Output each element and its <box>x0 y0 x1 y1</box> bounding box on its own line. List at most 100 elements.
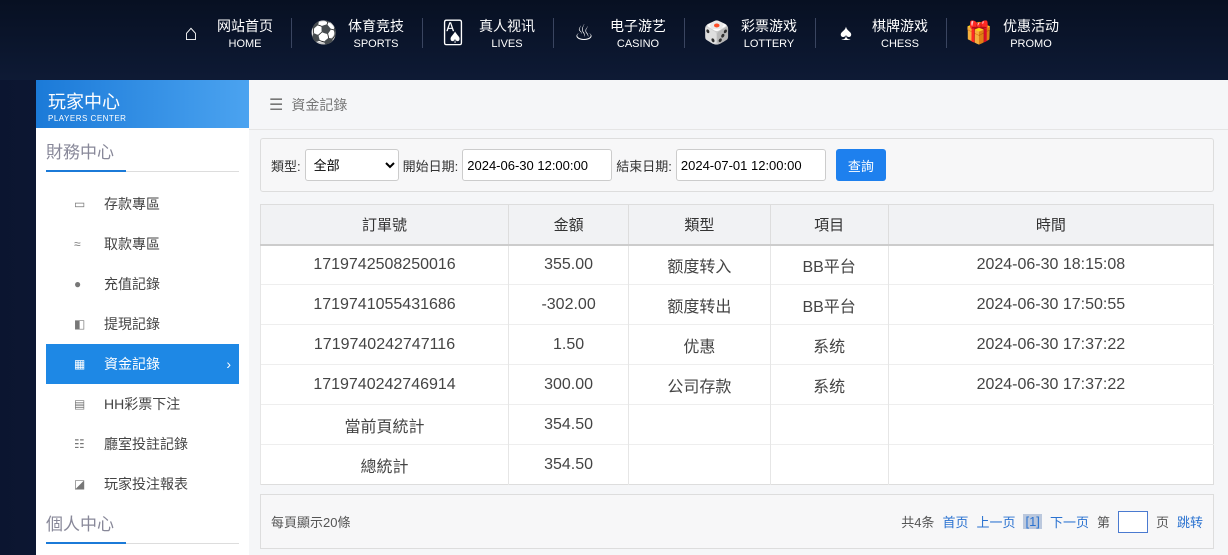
nav-label: 棋牌游戏 <box>872 18 928 34</box>
nav-item-home[interactable]: ⌂ 网站首页 HOME <box>161 18 292 50</box>
menu-item-icon: ☷ <box>74 437 85 451</box>
sidebar-item[interactable]: ● 充值記錄 <box>46 264 239 304</box>
sidebar-item-label: 廳室投註記錄 <box>104 436 188 452</box>
sidebar-item[interactable]: ≈ 取款專區 <box>46 224 239 264</box>
nav-item-promo[interactable]: 🎁 优惠活动 PROMO <box>947 18 1077 50</box>
sidebar-item[interactable]: ▤ HH彩票下注 <box>46 384 239 424</box>
menu-item-icon: ▤ <box>74 397 86 411</box>
nav-sublabel: LOTTERY <box>743 38 795 50</box>
end-date-input[interactable] <box>675 149 826 181</box>
table-cell: 优惠 <box>628 324 771 365</box>
home-icon: ⌂ <box>184 20 198 45</box>
table-cell: 2024-06-30 17:37:22 <box>887 324 1214 365</box>
next-page-link[interactable]: 下一页 <box>1050 512 1089 531</box>
type-label: 類型: <box>271 158 301 174</box>
table-cell: BB平台 <box>769 284 889 325</box>
main-content: ☰ 資金記錄 類型: 全部 開始日期: 結束日期: 查詢 訂單號金額類型項目時間 … <box>249 80 1228 555</box>
table-row: 1719742508250016 355.00 额度转入 BB平台 2024-06-30… <box>260 244 1214 285</box>
table-cell: 2024-06-30 17:50:55 <box>887 284 1214 325</box>
nav-item-sports[interactable]: ⚽ 体育竞技 SPORTS <box>292 18 423 50</box>
menu-item-icon: ● <box>74 277 82 291</box>
record-count: 共4条 <box>901 515 935 530</box>
page-total-label: 當前頁統計 <box>260 404 509 445</box>
column-header: 時間 <box>887 204 1215 246</box>
casino-icon: ♨ <box>574 20 594 45</box>
table-cell: 2024-06-30 17:37:22 <box>887 364 1214 405</box>
sidebar-item[interactable]: ◧ 提現記錄 <box>46 304 239 344</box>
menu-item-icon: ◪ <box>74 477 86 491</box>
table-row: 1719740242747116 1.50 优惠 系统 2024-06-30 17:37… <box>260 324 1214 365</box>
table-cell: BB平台 <box>769 244 889 285</box>
table-cell: 系统 <box>769 364 889 405</box>
page-number-input[interactable] <box>1117 510 1148 533</box>
menu-icon: ☰ <box>269 96 284 114</box>
top-nav: ⌂ 网站首页 HOME ⚽ 体育竞技 SPORTS 🂡 真人视讯 LIVES ♨ 电子游艺 CASIN… <box>0 0 1228 80</box>
page-total-row: 當前頁統計 354.50 <box>260 404 1214 445</box>
current-page[interactable]: [1] <box>1023 514 1042 529</box>
sidebar-subtitle: PLAYERS CENTER <box>48 114 127 123</box>
table-cell: 1719742508250016 <box>260 244 509 285</box>
table-cell: 2024-06-30 18:15:08 <box>887 244 1214 285</box>
table-cell: 额度转入 <box>628 244 771 285</box>
sidebar-title: 玩家中心 <box>48 92 120 112</box>
breadcrumb-label: 資金記錄 <box>291 96 348 113</box>
column-header: 類型 <box>628 204 771 246</box>
menu-item-icon: ▦ <box>74 357 86 371</box>
table-row: 1719741055431686 -302.00 额度转出 BB平台 2024-06-3… <box>260 284 1214 325</box>
table-cell: 系统 <box>769 324 889 365</box>
nav-item-lottery[interactable]: 🎲 彩票游戏 LOTTERY <box>685 18 816 50</box>
nav-label: 电子游艺 <box>610 18 666 34</box>
total-value: 354.50 <box>507 444 629 485</box>
table-cell: -302.00 <box>507 284 629 325</box>
chess-icon: ♠ <box>840 20 852 45</box>
jump-button[interactable]: 跳转 <box>1177 512 1203 531</box>
nav-sublabel: CASINO <box>616 38 660 50</box>
nav-item-lives[interactable]: 🂡 真人视讯 LIVES <box>423 18 554 50</box>
section-finance: 財務中心 <box>46 138 239 172</box>
menu-item-icon: ▭ <box>74 197 86 211</box>
nav-item-chess[interactable]: ♠ 棋牌游戏 CHESS <box>816 18 947 50</box>
start-date-label: 開始日期: <box>402 158 459 174</box>
start-date-input[interactable] <box>462 149 613 181</box>
sidebar-item-label: 資金記錄 <box>104 356 160 372</box>
nav-item-casino[interactable]: ♨ 电子游艺 CASINO <box>554 18 685 50</box>
sidebar-item[interactable]: ▭ 存款專區 <box>46 184 239 224</box>
chevron-right-icon: › <box>226 356 231 372</box>
type-select[interactable]: 全部 <box>304 149 399 181</box>
nav-label: 彩票游戏 <box>741 18 797 34</box>
lives-icon: 🂡 <box>441 20 465 45</box>
nav-sublabel: HOME <box>228 38 262 50</box>
menu-item-icon: ◧ <box>74 317 86 331</box>
section-personal[interactable]: 個人中心 <box>46 510 239 544</box>
nav-sublabel: CHESS <box>881 38 919 50</box>
sidebar-item-label: 取款專區 <box>104 236 160 252</box>
nav-label: 网站首页 <box>217 18 273 34</box>
sports-icon: ⚽ <box>310 20 338 45</box>
column-header: 金額 <box>507 204 630 246</box>
pagination: 每頁顯示20條 共4条 首页 上一页 [1] 下一页 第 页 跳转 <box>260 494 1214 549</box>
column-header: 訂單號 <box>260 204 509 246</box>
sidebar-item-label: 提現記錄 <box>104 316 160 332</box>
column-header: 項目 <box>769 204 889 246</box>
page-prefix: 第 <box>1096 515 1110 530</box>
sidebar-item[interactable]: ☷ 廳室投註記錄 <box>46 424 239 464</box>
search-button[interactable]: 查詢 <box>835 149 886 181</box>
nav-label: 真人视讯 <box>479 18 535 34</box>
sidebar-item[interactable]: ▦ 資金記錄 › <box>46 344 239 384</box>
grand-total-row: 總統計 354.50 <box>260 444 1214 485</box>
table-cell: 公司存款 <box>628 364 771 405</box>
records-table: 訂單號 金額 類型 項目 時間 1719742508250016 355.00 额度转入 BB… <box>260 204 1215 485</box>
nav-label: 体育竞技 <box>348 18 404 34</box>
table-cell: 1719741055431686 <box>260 284 509 325</box>
sidebar-item[interactable]: ◪ 玩家投注報表 <box>46 464 239 504</box>
sidebar-header: 玩家中心 PLAYERS CENTER <box>36 80 249 128</box>
promo-icon: 🎁 <box>965 20 993 45</box>
sidebar-item-label: 玩家投注報表 <box>104 476 188 492</box>
prev-page-link[interactable]: 上一页 <box>976 512 1015 531</box>
table-cell: 300.00 <box>507 364 629 405</box>
breadcrumb: ☰ 資金記錄 <box>249 80 1228 130</box>
table-cell: 1.50 <box>507 324 629 365</box>
filter-bar: 類型: 全部 開始日期: 結束日期: 查詢 <box>260 138 1214 192</box>
first-page-link[interactable]: 首页 <box>942 512 968 531</box>
per-page-text: 每頁顯示20條 <box>271 515 351 530</box>
